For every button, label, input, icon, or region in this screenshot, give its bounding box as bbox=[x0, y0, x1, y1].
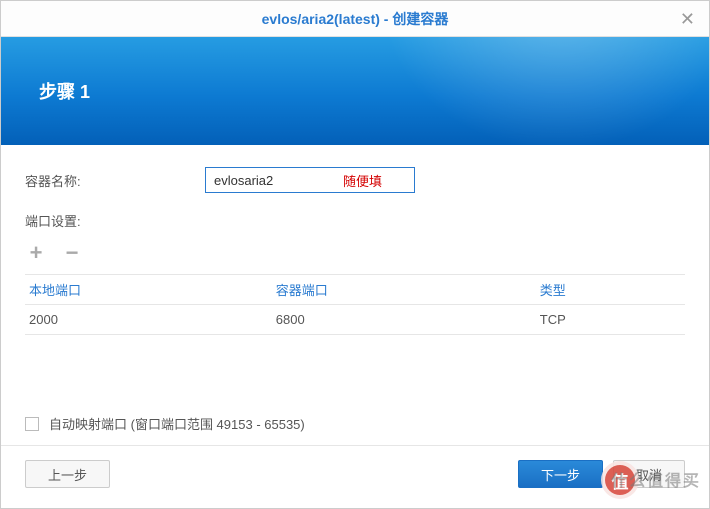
table-header-row: 本地端口 容器端口 类型 bbox=[25, 275, 685, 305]
table-row[interactable]: 2000 6800 TCP bbox=[25, 305, 685, 335]
prev-button[interactable]: 上一步 bbox=[25, 460, 110, 488]
header-container-port[interactable]: 容器端口 bbox=[276, 280, 540, 299]
wizard-banner: 步骤 1 bbox=[1, 37, 709, 145]
header-local-port[interactable]: 本地端口 bbox=[25, 280, 276, 299]
next-button[interactable]: 下一步 bbox=[518, 460, 603, 488]
port-table: 本地端口 容器端口 类型 2000 6800 TCP bbox=[25, 274, 685, 335]
footer: 上一步 下一步 取消 值 什么值得买 bbox=[1, 445, 709, 507]
cell-type: TCP bbox=[540, 312, 685, 327]
port-settings-label: 端口设置: bbox=[25, 211, 685, 230]
cell-local-port: 2000 bbox=[25, 312, 276, 327]
add-remove-toolbar: + − bbox=[25, 242, 685, 264]
header-type[interactable]: 类型 bbox=[540, 280, 685, 299]
container-name-label: 容器名称: bbox=[25, 171, 205, 190]
add-port-icon[interactable]: + bbox=[25, 242, 47, 264]
hint-text: 随便填 bbox=[343, 171, 382, 190]
close-icon[interactable]: ✕ bbox=[680, 1, 695, 37]
auto-map-checkbox[interactable] bbox=[25, 417, 39, 431]
container-name-input[interactable] bbox=[205, 167, 415, 193]
window-title: evlos/aria2(latest) - 创建容器 bbox=[262, 11, 449, 27]
step-label: 步骤 1 bbox=[39, 78, 90, 104]
title-bar: evlos/aria2(latest) - 创建容器 ✕ bbox=[1, 1, 709, 37]
content-area: 容器名称: 随便填 端口设置: + − 本地端口 容器端口 类型 2000 68… bbox=[1, 145, 709, 445]
remove-port-icon[interactable]: − bbox=[61, 242, 83, 264]
cell-container-port: 6800 bbox=[276, 312, 540, 327]
cancel-button[interactable]: 取消 bbox=[613, 460, 685, 488]
container-name-row: 容器名称: 随便填 bbox=[25, 167, 685, 193]
auto-map-label: 自动映射端口 (窗口端口范围 49153 - 65535) bbox=[49, 414, 305, 433]
auto-map-row: 自动映射端口 (窗口端口范围 49153 - 65535) bbox=[25, 414, 305, 433]
